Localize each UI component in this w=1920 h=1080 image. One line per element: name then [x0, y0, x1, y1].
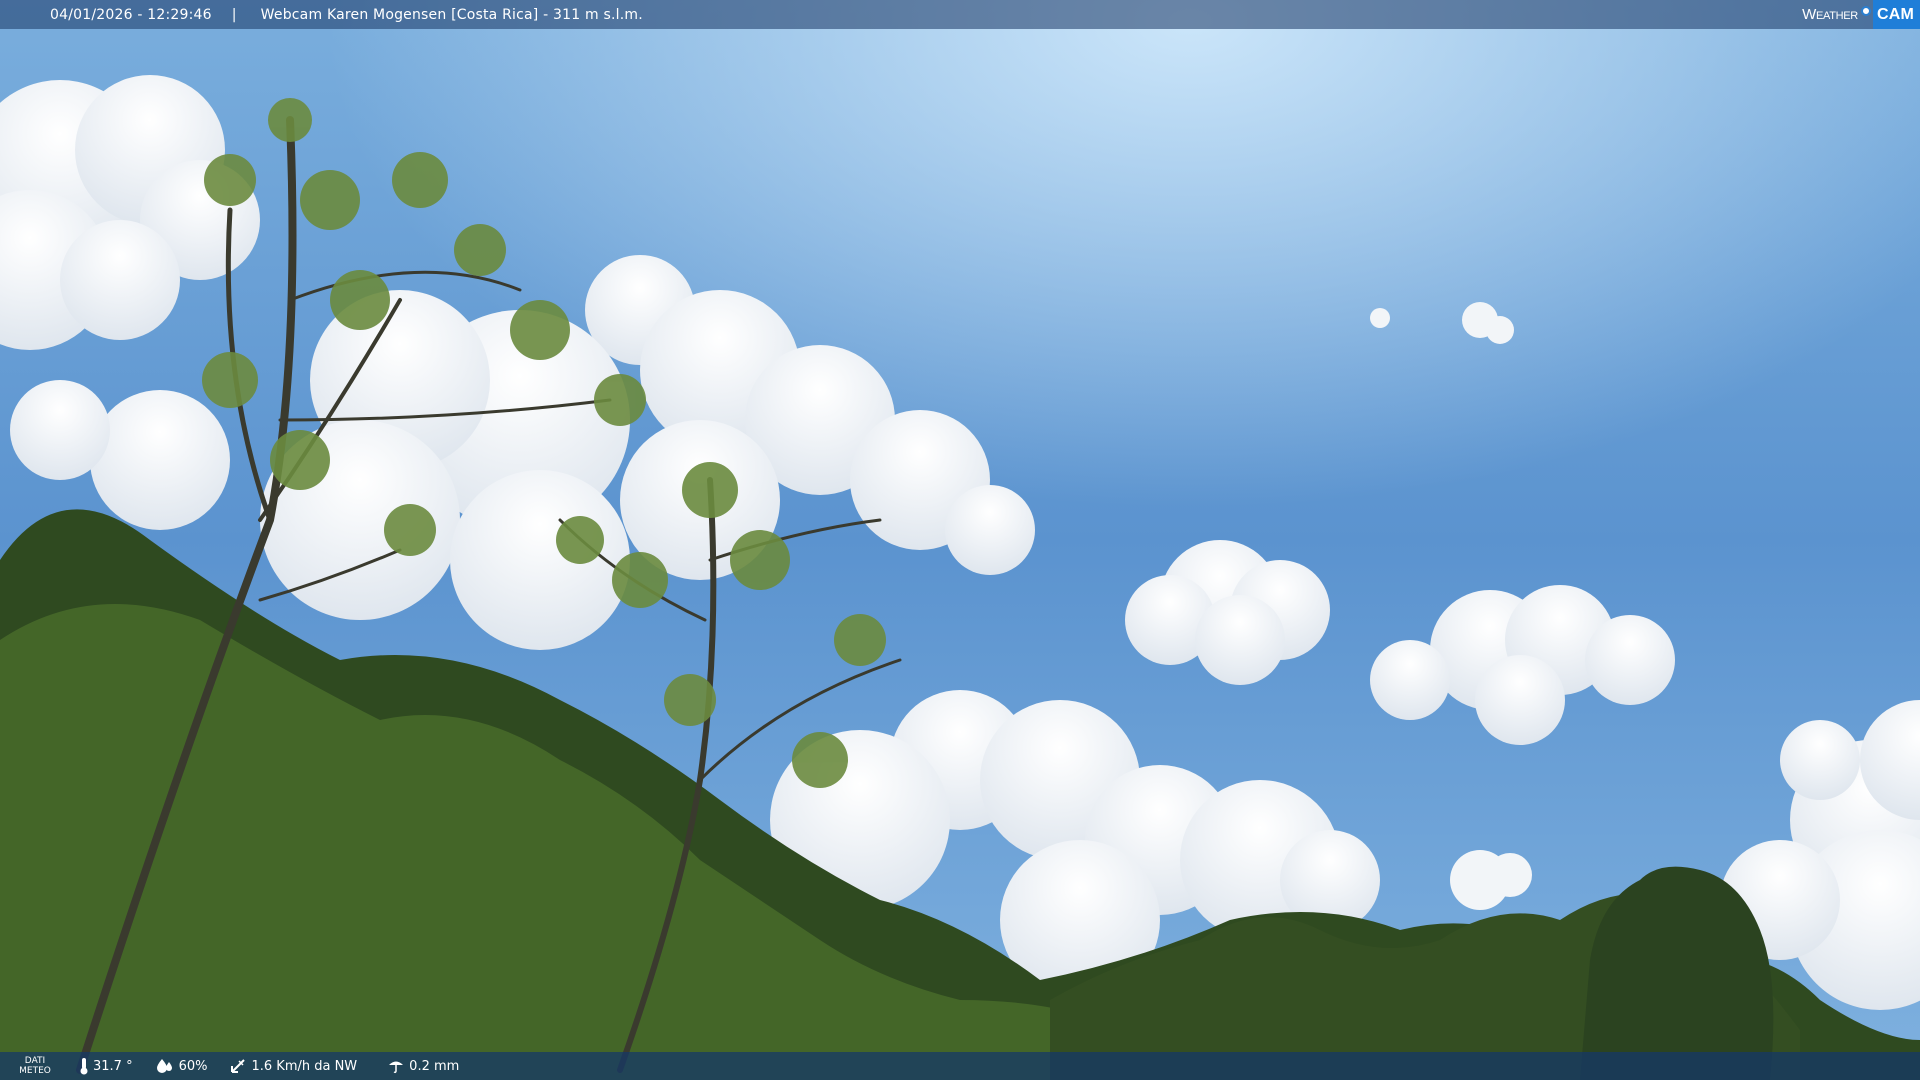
rain-icon [389, 1061, 404, 1074]
meteo-label-line2: METEO [19, 1066, 51, 1076]
title-separator: | [231, 6, 237, 23]
webcam-frame: 04/01/2026 - 12:29:46 | Webcam Karen Mog… [0, 0, 1920, 1080]
logo-dot-icon [1860, 5, 1871, 16]
meteo-bar: DATI METEO 31.7 ° 60% 1.6 Km/h da NW 0.2… [0, 1052, 1920, 1080]
wind-reading: 1.6 Km/h da NW [229, 1057, 357, 1075]
meteo-label-line1: DATI [24, 1056, 46, 1066]
wind-value: 1.6 Km/h da NW [251, 1058, 358, 1074]
humidity-icon [156, 1059, 172, 1073]
weathercam-logo: Weather CAM [1802, 0, 1920, 29]
logo-weather-text: Weather [1802, 6, 1858, 23]
rain-reading: 0.2 mm [387, 1058, 459, 1074]
temperature-value: 31.7 ° [93, 1058, 133, 1074]
humidity-value: 60% [178, 1058, 208, 1074]
rain-value: 0.2 mm [409, 1058, 460, 1074]
wind-icon [231, 1059, 246, 1073]
logo-cam-text: CAM [1872, 0, 1920, 29]
temperature-reading: 31.7 ° [79, 1057, 133, 1075]
humidity-reading: 60% [155, 1058, 208, 1074]
top-info-bar: 04/01/2026 - 12:29:46 | Webcam Karen Mog… [0, 0, 1920, 29]
thermometer-icon [80, 1058, 88, 1075]
meteo-label: DATI METEO [5, 1056, 65, 1076]
webcam-image [0, 0, 1920, 1080]
timestamp: 04/01/2026 - 12:29:46 [50, 6, 212, 23]
webcam-title: Webcam Karen Mogensen [Costa Rica] - 311… [260, 6, 643, 23]
